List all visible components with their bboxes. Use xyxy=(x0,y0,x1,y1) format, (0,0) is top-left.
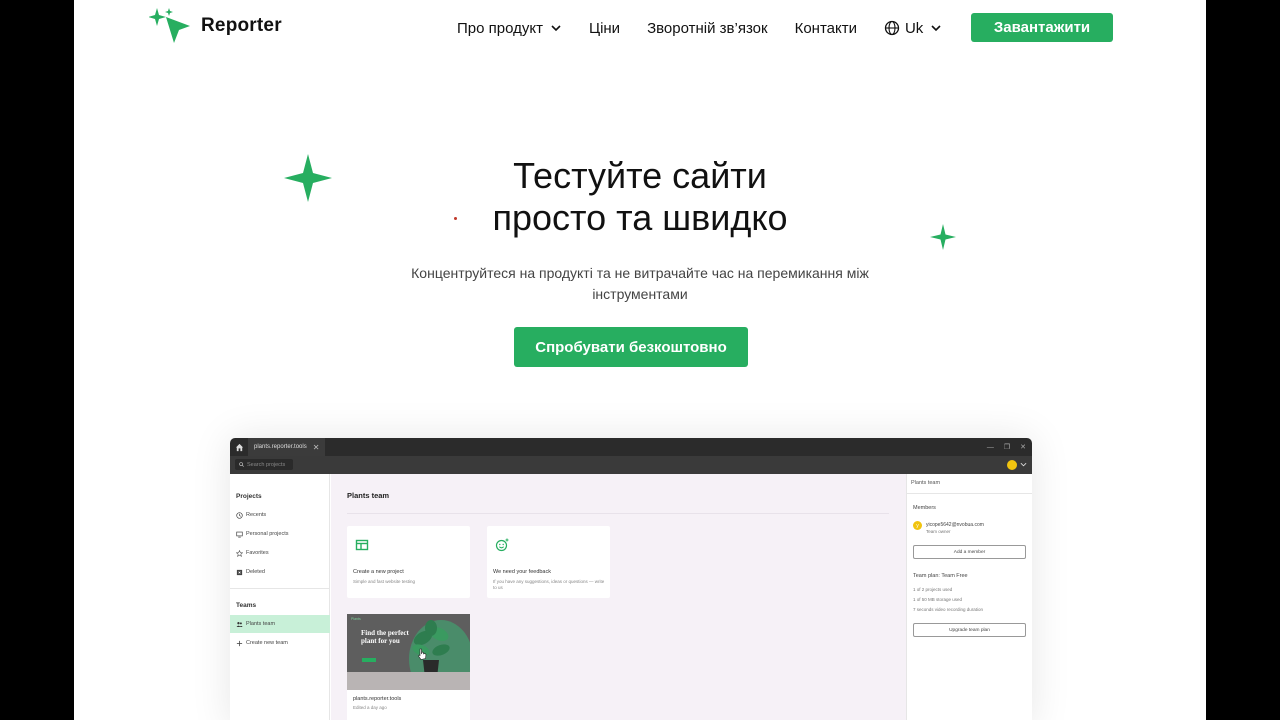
member-role: Team owner xyxy=(926,529,951,534)
sparkle-cursor-icon xyxy=(149,8,190,43)
trash-icon xyxy=(236,569,243,575)
members-heading: Members xyxy=(913,505,936,511)
nav-about[interactable]: Про продукт xyxy=(457,17,562,39)
sidebar-item-label: Recents xyxy=(246,512,267,518)
search-input[interactable]: Search projects xyxy=(235,459,293,470)
search-placeholder: Search projects xyxy=(247,461,286,468)
feedback-card[interactable]: We need your feedback If you have any su… xyxy=(487,526,610,598)
create-project-card[interactable]: Create a new project Simple and fast web… xyxy=(347,526,470,598)
sidebar-item-deleted[interactable]: Deleted xyxy=(230,563,330,581)
divider xyxy=(347,513,889,514)
maximize-icon[interactable]: ❐ xyxy=(1004,443,1010,451)
page: Reporter Про продукт Ціни Зворотній зв’я… xyxy=(74,0,1206,720)
brand-name: Reporter xyxy=(201,15,282,36)
sidebar-item-create-team[interactable]: Create new team xyxy=(230,634,330,652)
thumbnail-brand: Plants xyxy=(351,617,361,621)
language-selector[interactable]: Uk xyxy=(884,17,942,39)
sidebar-item-recents[interactable]: Recents xyxy=(230,506,330,524)
app-main: Plants team Create a new project Simple … xyxy=(331,474,906,720)
thumbnail-button xyxy=(362,658,376,662)
sidebar-item-label: Personal projects xyxy=(246,531,289,537)
chevron-down-icon xyxy=(551,25,561,32)
project-edited: Edited a day ago xyxy=(353,705,387,710)
plus-icon xyxy=(236,640,243,646)
app-titlebar: plants.reporter.tools ✕ — ❐ ✕ xyxy=(230,438,1032,456)
card-title: We need your feedback xyxy=(493,569,551,575)
member-avatar: y xyxy=(913,521,922,530)
cursor-hand-icon xyxy=(418,648,427,660)
layout-icon xyxy=(355,539,369,551)
app-screenshot: plants.reporter.tools ✕ — ❐ ✕ Search pro… xyxy=(230,438,1032,720)
minimize-icon[interactable]: — xyxy=(987,444,994,451)
plan-projects-used: 1 of 2 projects used xyxy=(913,587,953,592)
plan-video-duration: 7 seconds video recording duration xyxy=(913,607,984,612)
nav-about-label: Про продукт xyxy=(457,19,543,37)
sidebar-divider xyxy=(230,588,330,589)
clock-icon xyxy=(236,511,243,519)
avatar[interactable] xyxy=(1007,460,1017,470)
nav-feedback[interactable]: Зворотній зв’язок xyxy=(647,17,768,39)
sidebar-item-plants-team[interactable]: Plants team xyxy=(230,615,330,633)
team-panel-title: Plants team xyxy=(907,474,1032,494)
sidebar-item-favorites[interactable]: Favorites xyxy=(230,544,330,562)
hero-subtitle: Концентруйтеся на продукті та не витрача… xyxy=(411,265,869,302)
project-card[interactable]: Plants Find the perfect plant for you pl… xyxy=(347,614,470,720)
globe-icon xyxy=(884,20,900,36)
nav-contacts[interactable]: Контакти xyxy=(795,17,857,39)
card-subtitle: Simple and fast website testing xyxy=(353,579,416,584)
hero-title: Тестуйте сайти просто та швидко xyxy=(74,155,1206,239)
tab-title: plants.reporter.tools xyxy=(254,444,307,450)
nav-feedback-label: Зворотній зв’язок xyxy=(647,19,768,37)
star-icon xyxy=(236,549,243,557)
users-icon xyxy=(236,621,243,627)
sidebar-item-label: Favorites xyxy=(246,550,269,556)
chevron-down-icon xyxy=(931,25,941,32)
sidebar-item-label: Plants team xyxy=(246,621,276,627)
sidebar-item-personal-projects[interactable]: Personal projects xyxy=(230,525,330,543)
projects-heading: Projects xyxy=(236,493,262,500)
hero-title-line2: просто та швидко xyxy=(492,197,788,238)
language-label: Uk xyxy=(904,19,924,37)
try-free-button[interactable]: Спробувати безкоштовно xyxy=(514,327,748,367)
nav-pricing-label: Ціни xyxy=(588,19,621,37)
team-title: Plants team xyxy=(347,491,390,500)
card-title: Create a new project xyxy=(353,569,404,575)
smile-plus-icon xyxy=(495,538,509,552)
card-subtitle: If you have any suggestions, ideas or qu… xyxy=(493,579,605,590)
nav-contacts-label: Контакти xyxy=(794,19,857,37)
close-window-icon[interactable]: ✕ xyxy=(1020,443,1026,451)
plan-heading: Team plan: Team Free xyxy=(913,573,968,579)
search-icon xyxy=(239,462,244,467)
add-member-button[interactable]: Add a member xyxy=(913,545,1026,559)
brand-logo[interactable]: Reporter xyxy=(149,8,282,44)
team-panel: Plants team Members y yicope5642@nvobua.… xyxy=(906,474,1032,720)
chevron-down-icon[interactable] xyxy=(1020,461,1027,468)
monitor-icon xyxy=(236,531,243,537)
plan-storage-used: 1 of 50 MB storage used xyxy=(913,597,963,602)
sidebar-item-label: Deleted xyxy=(246,569,265,575)
teams-heading: Teams xyxy=(236,602,257,609)
thumbnail-heading: Find the perfect plant for you xyxy=(361,629,409,645)
project-thumbnail: Plants Find the perfect plant for you xyxy=(347,614,470,690)
thumbnail-footer xyxy=(347,672,470,690)
browser-tab[interactable]: plants.reporter.tools ✕ xyxy=(248,438,326,456)
project-name: plants.reporter.tools xyxy=(353,696,402,702)
home-icon[interactable] xyxy=(230,438,248,456)
hero-title-line1: Тестуйте сайти xyxy=(513,155,767,196)
app-toolbar: Search projects xyxy=(230,456,1032,474)
nav-pricing[interactable]: Ціни xyxy=(589,17,620,39)
upgrade-plan-button[interactable]: Upgrade team plan xyxy=(913,623,1026,637)
app-sidebar: Projects Recents Personal projects Favor… xyxy=(230,474,330,720)
close-icon[interactable]: ✕ xyxy=(313,443,320,452)
window-controls: — ❐ ✕ xyxy=(987,438,1026,456)
download-button[interactable]: Завантажити xyxy=(971,13,1113,42)
sidebar-item-label: Create new team xyxy=(246,640,288,646)
member-email: yicope5642@nvobua.com xyxy=(926,522,984,528)
main-nav: Про продукт Ціни Зворотній зв’язок Конта… xyxy=(457,17,969,39)
